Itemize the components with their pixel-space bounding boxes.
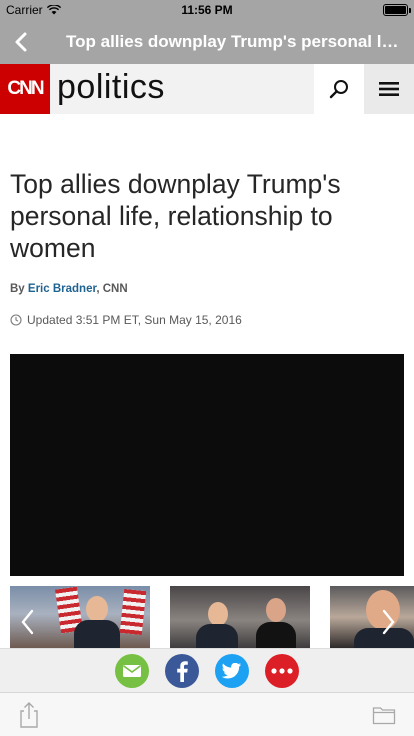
person-suit xyxy=(196,624,238,648)
battery-icon xyxy=(383,4,411,16)
more-icon xyxy=(271,668,293,674)
person-face xyxy=(266,598,286,622)
share-facebook-button[interactable] xyxy=(165,654,199,688)
person-suit xyxy=(74,620,120,648)
status-time: 11:56 PM xyxy=(181,3,233,17)
video-gallery xyxy=(0,586,414,648)
back-chevron-icon[interactable] xyxy=(8,28,36,56)
navigation-bar: Top allies downplay Trump's personal lif… xyxy=(0,20,414,64)
folder-icon[interactable] xyxy=(372,705,396,725)
person-face xyxy=(86,596,108,622)
share-more-button[interactable] xyxy=(265,654,299,688)
share-action-icon[interactable] xyxy=(16,701,42,729)
gallery-prev-icon[interactable] xyxy=(18,608,38,636)
updated-timestamp: Updated 3:51 PM ET, Sun May 15, 2016 xyxy=(10,313,242,327)
share-email-button[interactable] xyxy=(115,654,149,688)
section-title[interactable]: politics xyxy=(57,68,165,107)
twitter-icon xyxy=(222,663,242,679)
cnn-header: CNN politics xyxy=(0,64,414,114)
cnn-logo[interactable]: CNN xyxy=(0,64,50,114)
author-link[interactable]: Eric Bradner xyxy=(28,283,96,295)
status-bar: Carrier 11:56 PM xyxy=(0,0,414,20)
hamburger-menu-icon xyxy=(379,82,399,96)
nav-title: Top allies downplay Trump's personal lif… xyxy=(66,32,402,51)
clock-icon xyxy=(10,314,22,326)
person-face xyxy=(208,602,228,626)
menu-button[interactable] xyxy=(364,64,414,114)
gallery-thumbnail[interactable] xyxy=(170,586,310,648)
bottom-toolbar xyxy=(0,692,414,736)
search-button[interactable] xyxy=(314,64,364,114)
updated-text: Updated 3:51 PM ET, Sun May 15, 2016 xyxy=(27,313,242,327)
gallery-next-icon[interactable] xyxy=(378,608,398,636)
search-icon xyxy=(329,80,348,99)
video-player[interactable] xyxy=(10,354,404,576)
facebook-icon xyxy=(177,661,188,682)
byline-prefix: By xyxy=(10,283,25,295)
share-twitter-button[interactable] xyxy=(215,654,249,688)
person-suit xyxy=(256,622,296,648)
article-headline: Top allies downplay Trump's personal lif… xyxy=(10,169,341,263)
share-bar xyxy=(0,648,414,692)
flag-decoration xyxy=(119,588,147,636)
byline-source: , CNN xyxy=(96,283,128,295)
email-icon xyxy=(123,665,141,677)
gallery-thumbnail[interactable] xyxy=(330,586,414,648)
byline: By Eric Bradner, CNN xyxy=(10,283,128,295)
